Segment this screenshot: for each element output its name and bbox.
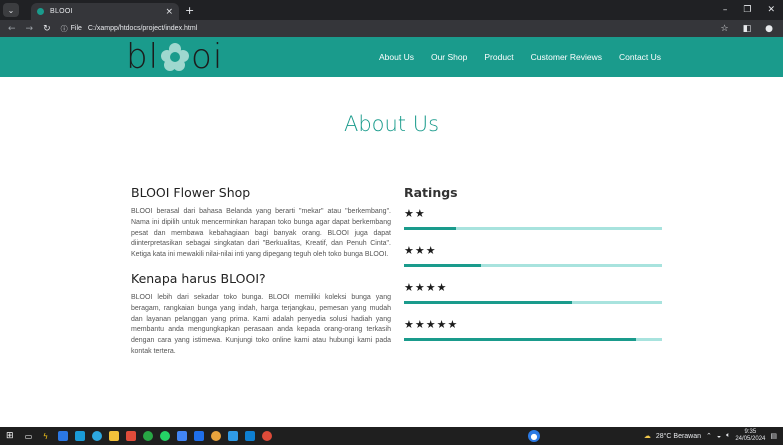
rating-bar bbox=[404, 301, 662, 304]
wifi-icon[interactable]: ◒ bbox=[717, 433, 721, 440]
system-tray: ☁ 28°C Berawan ⌃ ◒ 🔈︎ 9:35 24/05/2024 ▤ bbox=[644, 427, 777, 445]
nav-contact-us[interactable]: Contact Us bbox=[619, 52, 661, 62]
chrome-icon[interactable] bbox=[261, 431, 272, 441]
star-icon: ★★★★★ bbox=[404, 318, 459, 331]
app-icon[interactable] bbox=[125, 431, 136, 441]
app-icon[interactable] bbox=[142, 431, 153, 441]
rating-2-stars: ★★ bbox=[404, 207, 662, 230]
bookmark-star-icon[interactable]: ☆ bbox=[721, 24, 729, 34]
sidebar-icon[interactable]: ◧ bbox=[743, 24, 752, 34]
task-view-icon[interactable]: ▭ bbox=[24, 431, 34, 441]
shop-heading: BLOOI Flower Shop bbox=[131, 185, 251, 200]
app-icon[interactable] bbox=[227, 431, 238, 441]
app-icon[interactable] bbox=[193, 431, 204, 441]
app-icon[interactable] bbox=[108, 431, 119, 441]
logo-text-right: oi bbox=[191, 37, 224, 77]
nav-about-us[interactable]: About Us bbox=[379, 52, 414, 62]
app-icon[interactable] bbox=[74, 431, 85, 441]
why-description: BLOOI lebih dari sekadar toko bunga. BLO… bbox=[131, 293, 391, 355]
windows-start-icon[interactable]: ⊞ bbox=[6, 431, 14, 441]
app-icon[interactable] bbox=[210, 431, 221, 441]
nav-links: About Us Our Shop Product Customer Revie… bbox=[379, 37, 678, 77]
volume-icon[interactable]: 🔈︎ bbox=[726, 432, 730, 440]
url-scheme-label: File bbox=[70, 25, 82, 32]
favicon-icon bbox=[37, 8, 44, 15]
rating-bar bbox=[404, 227, 662, 230]
app-icon[interactable] bbox=[159, 431, 170, 441]
rating-5-stars: ★★★★★ bbox=[404, 318, 662, 341]
browser-tab-bar: ⌄ BLOOI × + – ❐ ✕ bbox=[0, 0, 783, 20]
rating-4-stars: ★★★★ bbox=[404, 281, 662, 304]
forward-icon[interactable]: → bbox=[26, 24, 34, 34]
app-icon[interactable]: ϟ bbox=[41, 431, 51, 441]
logo-text-left: bl bbox=[126, 37, 160, 77]
url-text[interactable]: C:/xampp/htdocs/project/index.html bbox=[88, 25, 197, 32]
clock-time: 9:35 bbox=[744, 429, 757, 435]
why-heading: Kenapa harus BLOOI? bbox=[131, 270, 266, 286]
nav-product[interactable]: Product bbox=[484, 52, 513, 62]
rating-3-stars: ★★★ bbox=[404, 244, 662, 267]
weather-text[interactable]: 28°C Berawan bbox=[656, 433, 701, 440]
ratings-heading: Ratings bbox=[404, 185, 458, 200]
profile-icon[interactable]: ● bbox=[765, 24, 773, 34]
maximize-icon[interactable]: ❐ bbox=[743, 5, 751, 15]
reload-icon[interactable]: ↻ bbox=[43, 24, 51, 34]
taskbar-apps: ▭ ϟ bbox=[24, 431, 272, 441]
ratings-section: Ratings ★★ ★★★ ★★★★ ★★★★★ bbox=[404, 185, 662, 341]
weather-icon[interactable]: ☁ bbox=[644, 432, 651, 440]
address-bar: ← → ↻ ⓘ File C:/xampp/htdocs/project/ind… bbox=[0, 20, 783, 37]
app-icon[interactable]: ● bbox=[528, 430, 540, 442]
clock[interactable]: 9:35 24/05/2024 bbox=[735, 429, 765, 443]
new-tab-icon[interactable]: + bbox=[185, 4, 194, 17]
minimize-icon[interactable]: – bbox=[723, 5, 728, 15]
rating-bar bbox=[404, 338, 662, 341]
tray-chevron-icon[interactable]: ⌃ bbox=[706, 432, 712, 440]
rating-bar-fill bbox=[404, 264, 482, 267]
tab-title: BLOOI bbox=[50, 8, 73, 15]
rating-bar-fill bbox=[404, 301, 572, 304]
nav-customer-reviews[interactable]: Customer Reviews bbox=[531, 52, 602, 62]
app-icon[interactable] bbox=[176, 431, 187, 441]
toolbar-right: ☆ ◧ ● bbox=[721, 24, 783, 34]
star-icon: ★★ bbox=[404, 207, 426, 220]
site-navbar: bl oi About Us Our Shop Product Customer… bbox=[0, 37, 783, 77]
rating-bar-fill bbox=[404, 227, 456, 230]
url-field[interactable]: ⓘ File C:/xampp/htdocs/project/index.htm… bbox=[61, 22, 198, 35]
about-content: BLOOI Flower Shop BLOOI berasal dari bah… bbox=[131, 185, 391, 358]
rating-bar-fill bbox=[404, 338, 637, 341]
nav-our-shop[interactable]: Our Shop bbox=[431, 52, 467, 62]
back-icon[interactable]: ← bbox=[8, 24, 16, 34]
star-icon: ★★★★ bbox=[404, 281, 448, 294]
flower-logo-icon bbox=[161, 43, 190, 71]
window-controls: – ❐ ✕ bbox=[723, 5, 783, 15]
app-icon[interactable] bbox=[91, 431, 102, 441]
site-logo[interactable]: bl oi bbox=[126, 37, 224, 77]
tab-search-icon[interactable]: ⌄ bbox=[3, 3, 19, 17]
star-icon: ★★★ bbox=[404, 244, 437, 257]
shop-description: BLOOI berasal dari bahasa Belanda yang b… bbox=[131, 208, 391, 259]
app-icon[interactable] bbox=[57, 431, 68, 441]
rating-bar bbox=[404, 264, 662, 267]
page-title: About Us bbox=[343, 112, 440, 136]
os-taskbar: ⊞ ▭ ϟ ● ☁ 28°C Berawan ⌃ ◒ 🔈︎ 9:35 24/05… bbox=[0, 427, 783, 445]
browser-tab[interactable]: BLOOI × bbox=[31, 3, 179, 20]
close-tab-icon[interactable]: × bbox=[165, 7, 173, 17]
vscode-icon[interactable] bbox=[244, 431, 255, 441]
close-window-icon[interactable]: ✕ bbox=[767, 5, 775, 15]
info-icon[interactable]: ⓘ bbox=[61, 24, 68, 34]
clock-date: 24/05/2024 bbox=[735, 436, 766, 442]
notification-icon[interactable]: ▤ bbox=[770, 432, 777, 440]
